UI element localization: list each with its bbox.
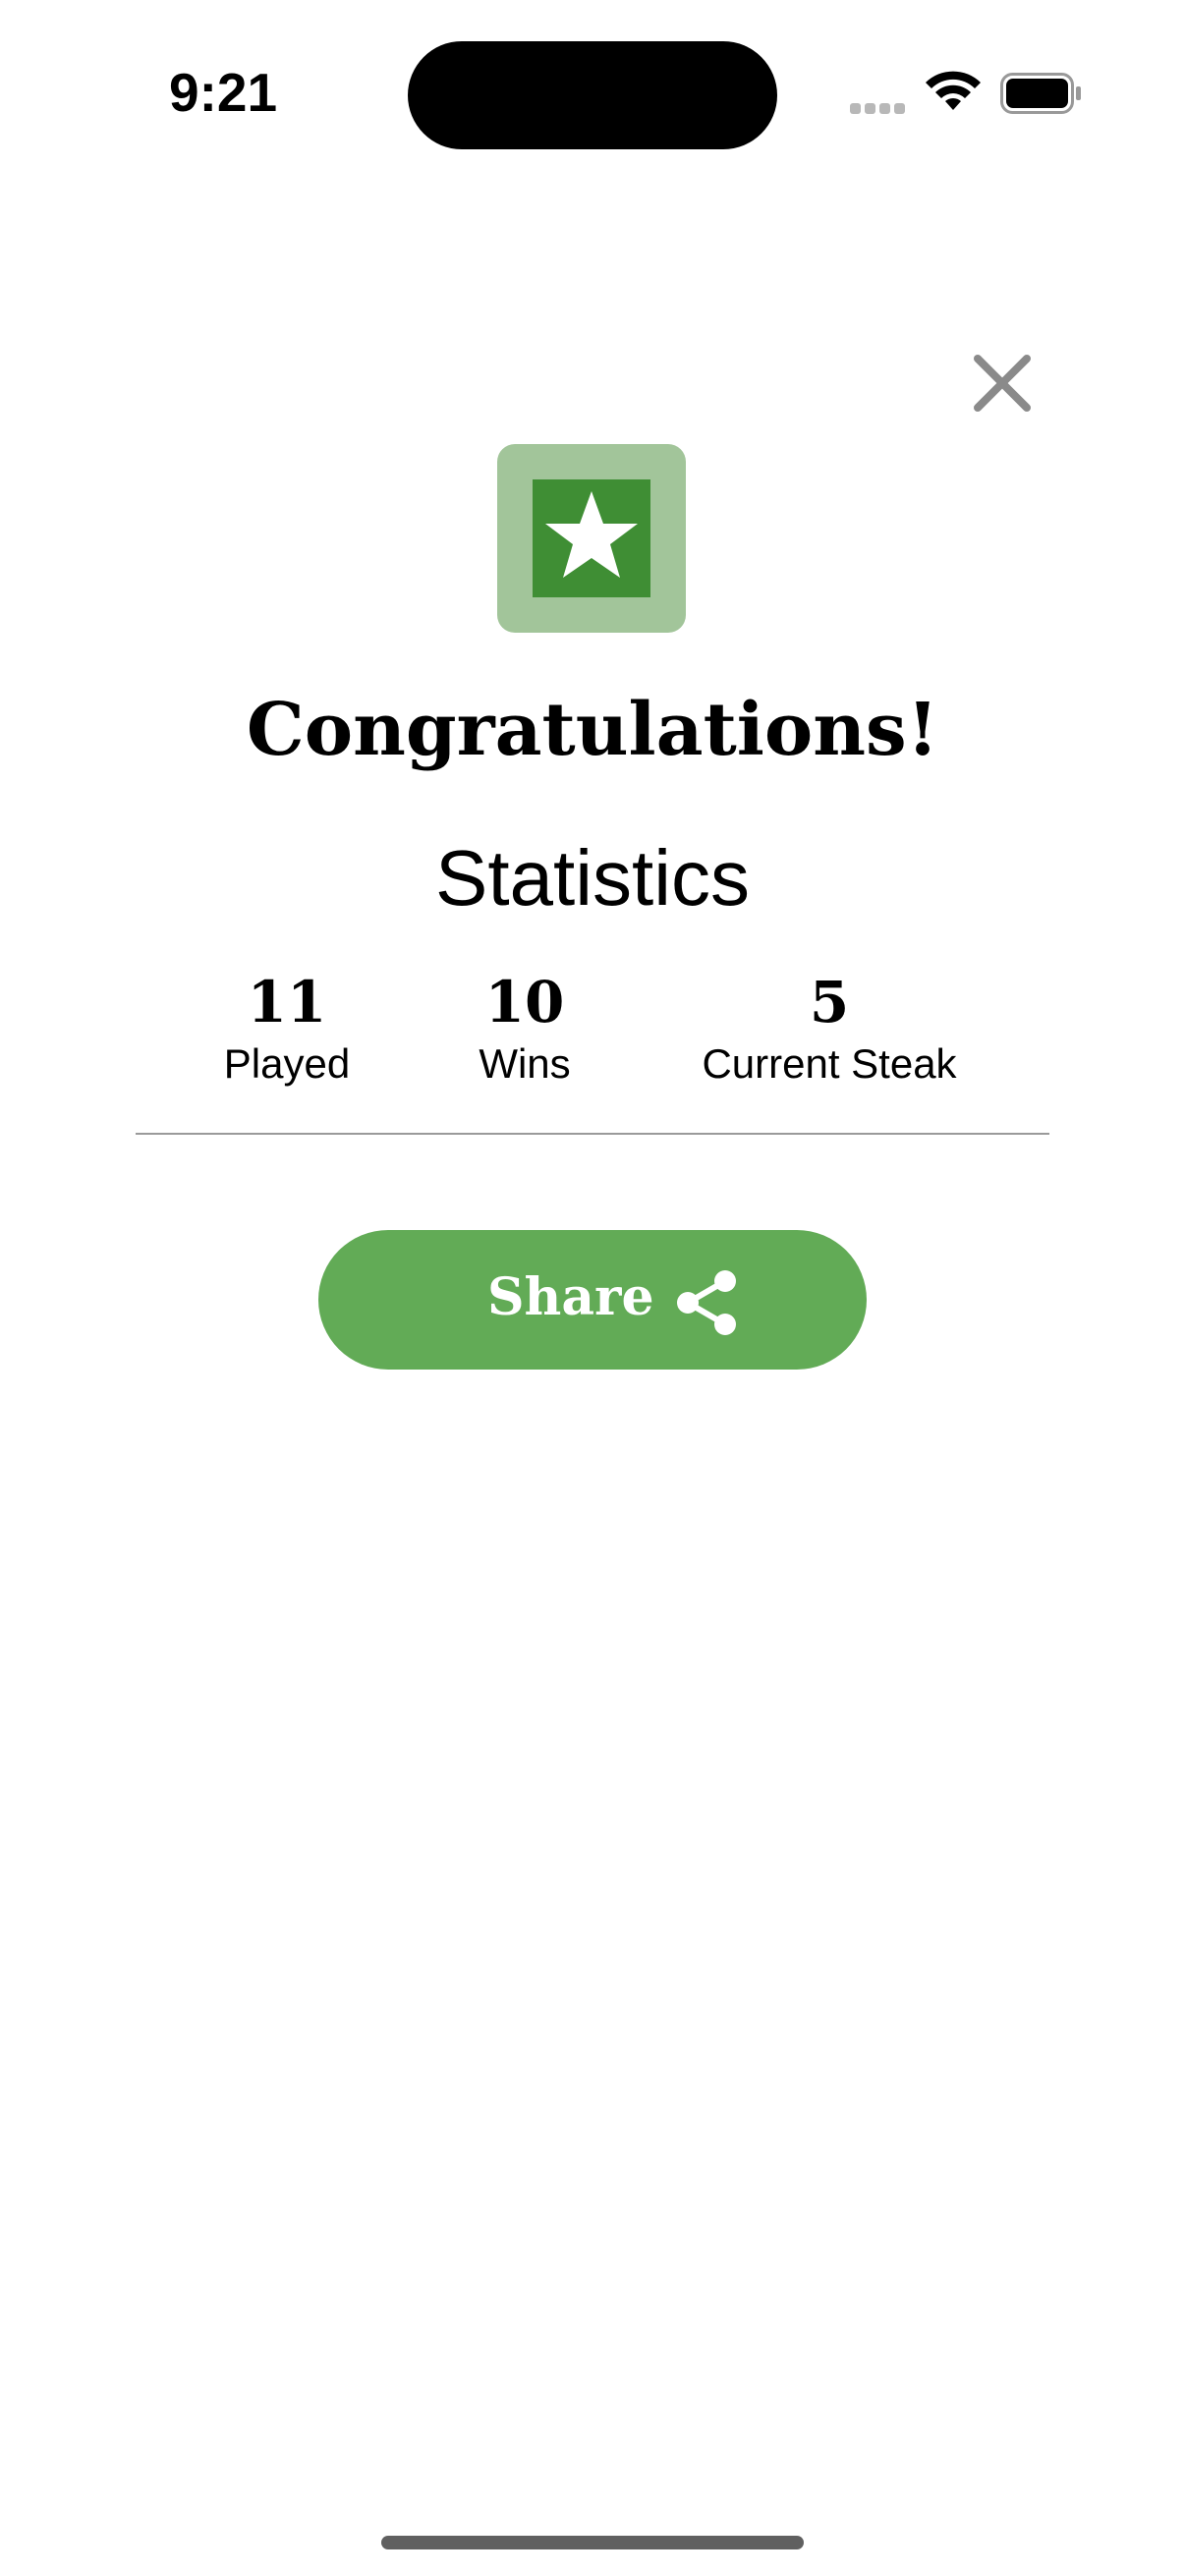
- star-badge: [497, 444, 686, 633]
- stat-label: Wins: [479, 1040, 571, 1087]
- stat-value: 11: [247, 969, 327, 1036]
- stat-played: 11 Played: [224, 968, 350, 1090]
- cellular-signal-icon: [850, 101, 909, 115]
- stat-wins: 10 Wins: [479, 968, 570, 1090]
- stat-value: 5: [809, 969, 850, 1036]
- share-icon: [677, 1270, 736, 1335]
- stat-label: Current Steak: [702, 1040, 957, 1087]
- share-button-label: Share: [487, 1267, 654, 1327]
- divider: [136, 1133, 1049, 1135]
- congratulations-heading: Congratulations!: [246, 688, 939, 772]
- wifi-icon: [926, 71, 981, 110]
- battery-icon: [1000, 73, 1081, 114]
- star-icon: [545, 491, 638, 578]
- close-button[interactable]: [968, 349, 1037, 418]
- share-button[interactable]: Share: [318, 1230, 867, 1370]
- statistics-title: Statistics: [434, 834, 751, 922]
- stat-current-streak: 5 Current Steak: [702, 968, 956, 1090]
- stat-label: Played: [223, 1040, 351, 1087]
- stat-value: 10: [484, 969, 565, 1036]
- home-indicator: [381, 2536, 804, 2549]
- status-time: 9:21: [169, 62, 278, 123]
- close-icon: [974, 355, 1031, 412]
- dynamic-island: [408, 41, 777, 149]
